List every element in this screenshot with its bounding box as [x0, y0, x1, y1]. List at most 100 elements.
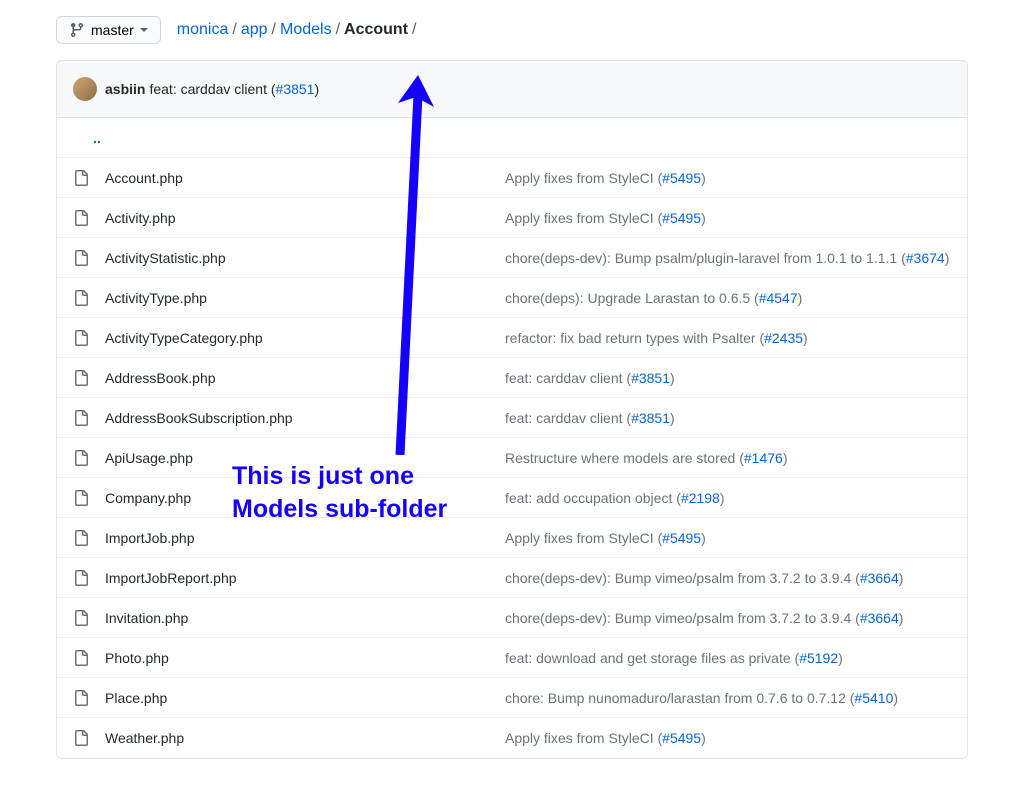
- file-link[interactable]: Invitation.php: [105, 610, 188, 626]
- breadcrumb-separator: /: [272, 21, 276, 39]
- branch-name: master: [91, 22, 134, 38]
- file-link[interactable]: Account.php: [105, 170, 183, 186]
- file-link[interactable]: ApiUsage.php: [105, 450, 193, 466]
- file-icon: [73, 530, 89, 546]
- file-commit-cell: chore(deps-dev): Bump psalm/plugin-larav…: [505, 250, 951, 266]
- file-commit-link[interactable]: chore(deps): Upgrade Larastan to 0.6.5 (…: [505, 290, 802, 306]
- file-commit-link[interactable]: Restructure where models are stored (#14…: [505, 450, 787, 466]
- file-commit-cell: feat: add occupation object (#2198): [505, 490, 951, 506]
- file-commit-link[interactable]: feat: carddav client (#3851): [505, 370, 675, 386]
- file-link[interactable]: AddressBookSubscription.php: [105, 410, 293, 426]
- file-link[interactable]: Weather.php: [105, 730, 184, 746]
- file-link[interactable]: Activity.php: [105, 210, 176, 226]
- branch-selector-button[interactable]: master: [56, 16, 161, 44]
- file-commit-cell: Apply fixes from StyleCI (#5495): [505, 170, 951, 186]
- file-commit-link[interactable]: chore(deps-dev): Bump psalm/plugin-larav…: [505, 250, 949, 266]
- file-commit-link[interactable]: feat: carddav client (#3851): [505, 410, 675, 426]
- file-commit-cell: Apply fixes from StyleCI (#5495): [505, 730, 951, 746]
- breadcrumb-models[interactable]: Models: [280, 21, 332, 39]
- file-commit-cell: chore(deps): Upgrade Larastan to 0.6.5 (…: [505, 290, 951, 306]
- file-row: Account.php Apply fixes from StyleCI (#54…: [57, 158, 967, 198]
- file-icon: [73, 290, 89, 306]
- file-commit-link[interactable]: Apply fixes from StyleCI (#5495): [505, 170, 706, 186]
- file-commit-cell: refactor: fix bad return types with Psal…: [505, 330, 951, 346]
- file-row: ActivityType.php chore(deps): Upgrade Lar…: [57, 278, 967, 318]
- file-name-cell: Weather.php: [105, 730, 505, 746]
- file-commit-link[interactable]: chore(deps-dev): Bump vimeo/psalm from 3…: [505, 610, 903, 626]
- breadcrumb-current: Account: [344, 21, 408, 39]
- file-link[interactable]: ImportJob.php: [105, 530, 195, 546]
- file-icon: [73, 730, 89, 746]
- file-row: AddressBook.php feat: carddav client (#38…: [57, 358, 967, 398]
- commit-issue-link[interactable]: #3851: [276, 81, 315, 97]
- file-link[interactable]: Place.php: [105, 690, 167, 706]
- file-commit-cell: feat: carddav client (#3851): [505, 410, 951, 426]
- parent-directory-link[interactable]: ..: [93, 130, 101, 146]
- breadcrumb-root[interactable]: monica: [177, 21, 229, 39]
- file-commit-cell: feat: download and get storage files as …: [505, 650, 951, 666]
- file-row: ImportJob.php Apply fixes from StyleCI (#…: [57, 518, 967, 558]
- file-commit-cell: chore(deps-dev): Bump vimeo/psalm from 3…: [505, 610, 951, 626]
- caret-down-icon: [140, 28, 148, 32]
- file-commit-link[interactable]: chore(deps-dev): Bump vimeo/psalm from 3…: [505, 570, 903, 586]
- file-icon: [73, 370, 89, 386]
- annotation-arrow: [390, 75, 450, 455]
- breadcrumb-separator: /: [232, 21, 236, 39]
- file-name-cell: Photo.php: [105, 650, 505, 666]
- file-commit-cell: chore: Bump nunomaduro/larastan from 0.7…: [505, 690, 951, 706]
- breadcrumb-separator: /: [336, 21, 340, 39]
- annotation-text: This is just one Models sub-folder: [232, 460, 447, 525]
- file-commit-cell: Apply fixes from StyleCI (#5495): [505, 530, 951, 546]
- file-row: Activity.php Apply fixes from StyleCI (#5…: [57, 198, 967, 238]
- file-link[interactable]: ActivityStatistic.php: [105, 250, 226, 266]
- breadcrumb-separator: /: [412, 21, 416, 39]
- file-commit-link[interactable]: feat: download and get storage files as …: [505, 650, 843, 666]
- file-row: ActivityStatistic.php chore(deps-dev): Bu…: [57, 238, 967, 278]
- file-icon: [73, 650, 89, 666]
- file-icon: [73, 450, 89, 466]
- file-icon: [73, 690, 89, 706]
- file-commit-link[interactable]: Apply fixes from StyleCI (#5495): [505, 530, 706, 546]
- file-icon: [73, 410, 89, 426]
- file-row: Invitation.php chore(deps-dev): Bump vime…: [57, 598, 967, 638]
- commit-author[interactable]: asbiin: [105, 81, 145, 97]
- file-link[interactable]: Company.php: [105, 490, 191, 506]
- file-commit-link[interactable]: refactor: fix bad return types with Psal…: [505, 330, 808, 346]
- file-listing-box: asbiin feat: carddav client (#3851) .. A…: [56, 60, 968, 759]
- file-commit-cell: Restructure where models are stored (#14…: [505, 450, 951, 466]
- file-icon: [73, 610, 89, 626]
- breadcrumb: monica / app / Models / Account /: [177, 21, 421, 39]
- file-row: ImportJobReport.php chore(deps-dev): Bump…: [57, 558, 967, 598]
- file-commit-link[interactable]: Apply fixes from StyleCI (#5495): [505, 210, 706, 226]
- file-icon: [73, 210, 89, 226]
- file-row: Photo.php feat: download and get storage …: [57, 638, 967, 678]
- breadcrumb-app[interactable]: app: [241, 21, 268, 39]
- commit-message: feat: carddav client (#3851): [149, 81, 319, 97]
- file-link[interactable]: Photo.php: [105, 650, 169, 666]
- file-commit-link[interactable]: chore: Bump nunomaduro/larastan from 0.7…: [505, 690, 898, 706]
- file-link[interactable]: ImportJobReport.php: [105, 570, 237, 586]
- file-name-cell: ImportJobReport.php: [105, 570, 505, 586]
- file-icon: [73, 570, 89, 586]
- file-icon: [73, 490, 89, 506]
- file-commit-link[interactable]: feat: add occupation object (#2198): [505, 490, 725, 506]
- file-commit-cell: chore(deps-dev): Bump vimeo/psalm from 3…: [505, 570, 951, 586]
- file-icon: [73, 250, 89, 266]
- file-row: AddressBookSubscription.php feat: carddav…: [57, 398, 967, 438]
- avatar[interactable]: [73, 77, 97, 101]
- file-link[interactable]: ActivityType.php: [105, 290, 207, 306]
- parent-directory-row[interactable]: ..: [57, 118, 967, 158]
- file-link[interactable]: ActivityTypeCategory.php: [105, 330, 263, 346]
- file-link[interactable]: AddressBook.php: [105, 370, 216, 386]
- file-commit-link[interactable]: Apply fixes from StyleCI (#5495): [505, 730, 706, 746]
- file-icon: [73, 170, 89, 186]
- latest-commit-header: asbiin feat: carddav client (#3851): [57, 61, 967, 118]
- git-branch-icon: [69, 22, 85, 38]
- file-name-cell: Place.php: [105, 690, 505, 706]
- file-name-cell: ImportJob.php: [105, 530, 505, 546]
- file-row: Weather.php Apply fixes from StyleCI (#54…: [57, 718, 967, 758]
- file-row: Company.php feat: add occupation object (…: [57, 478, 967, 518]
- file-row: ActivityTypeCategory.php refactor: fix ba…: [57, 318, 967, 358]
- file-name-cell: Invitation.php: [105, 610, 505, 626]
- file-row: Place.php chore: Bump nunomaduro/larastan…: [57, 678, 967, 718]
